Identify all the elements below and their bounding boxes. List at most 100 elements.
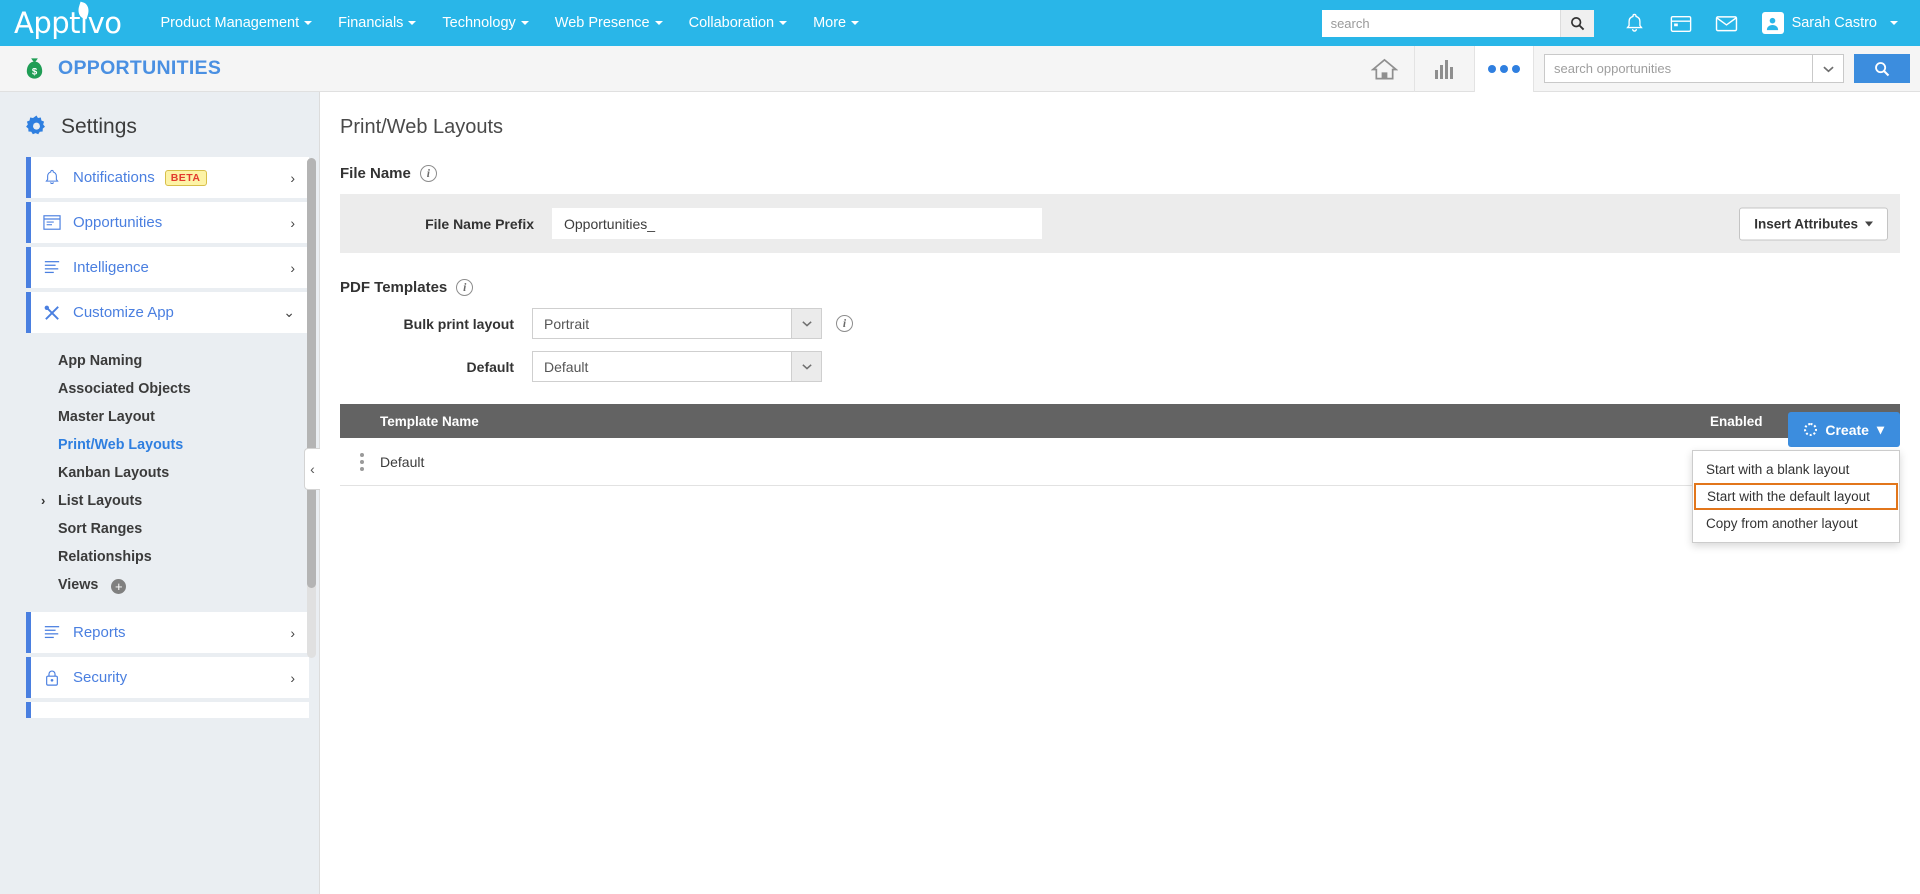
table-header-row: Template Name Enabled (340, 404, 1900, 438)
templates-table: Template Name Enabled Default (340, 404, 1900, 486)
insert-attributes-button[interactable]: Insert Attributes (1739, 207, 1888, 240)
sidebar-subitem-print-web-layouts[interactable]: Print/Web Layouts (0, 431, 319, 459)
user-menu[interactable]: Sarah Castro (1750, 12, 1906, 34)
gear-icon (26, 115, 45, 135)
sidebar-item-label: Intelligence (73, 259, 149, 276)
info-icon[interactable]: i (456, 279, 474, 296)
search-icon (1875, 61, 1890, 76)
mail-button[interactable] (1704, 0, 1750, 46)
chevron-right-icon: › (290, 624, 295, 641)
sidebar-scrollbar[interactable] (307, 158, 316, 658)
chevron-down-icon (304, 21, 313, 26)
cell-template-name: Default (380, 453, 425, 470)
file-name-field-row: File Name Prefix Insert Attributes (340, 194, 1900, 253)
sidebar-subitem-master-layout[interactable]: Master Layout (0, 403, 319, 431)
sidebar-subitem-kanban-layouts[interactable]: Kanban Layouts (0, 459, 319, 487)
sidebar-collapse-button[interactable]: ‹ (304, 448, 320, 490)
lock-icon (31, 669, 73, 687)
info-icon[interactable]: i (836, 315, 853, 332)
nav-item-collaboration[interactable]: Collaboration (676, 9, 800, 37)
sidebar-subitem-sort-ranges[interactable]: Sort Ranges (0, 515, 319, 543)
sidebar-subitem-label: List Layouts (58, 493, 143, 509)
sidebar-subitem-views[interactable]: Views + (0, 571, 319, 600)
default-template-select[interactable]: Default (532, 351, 822, 382)
chevron-right-icon: › (290, 169, 295, 186)
caret-down-icon: ▾ (1876, 421, 1884, 437)
top-navigation-bar: Apptivo Product Management Financials Te… (0, 0, 1920, 46)
search-icon (1570, 16, 1584, 30)
sidebar-item-label: Reports (73, 624, 126, 641)
sidebar-item-label: Security (73, 669, 128, 686)
chevron-down-icon (654, 21, 663, 26)
sidebar-item-customize-app[interactable]: Customize App ⌄ (26, 292, 309, 333)
default-template-value: Default (544, 358, 589, 375)
section-label-text: PDF Templates (340, 279, 448, 296)
menu-item-start-default-layout[interactable]: Start with the default layout (1694, 483, 1898, 510)
nav-item-product-management[interactable]: Product Management (148, 9, 326, 37)
sidebar-subitem-app-naming[interactable]: App Naming (0, 347, 319, 375)
gear-icon (1804, 423, 1818, 436)
pdf-templates-section-heading: PDF Templates i (320, 279, 1920, 296)
chevron-down-icon (1890, 21, 1898, 25)
app-search-input[interactable] (1544, 54, 1812, 83)
add-view-plus-icon[interactable]: + (111, 579, 127, 594)
sidebar-item-reports[interactable]: Reports › (26, 612, 309, 653)
global-search-button[interactable] (1559, 9, 1594, 37)
settings-sidebar: Settings Notifications BETA › Opportunit… (0, 92, 320, 894)
file-name-section-heading: File Name i (320, 165, 1920, 182)
nav-item-more[interactable]: More (800, 9, 872, 37)
app-search-dropdown-toggle[interactable] (1812, 54, 1844, 83)
sidebar-item-partial[interactable] (26, 702, 309, 718)
create-button[interactable]: Create ▾ (1788, 412, 1900, 447)
sidebar-scroll-area: Notifications BETA › Opportunities › Int… (0, 157, 319, 893)
create-button-label: Create (1825, 421, 1869, 438)
nav-label: More (813, 15, 847, 31)
nav-item-financials[interactable]: Financials (325, 9, 429, 37)
global-search-input[interactable] (1321, 9, 1560, 37)
notifications-bell-button[interactable] (1612, 0, 1658, 46)
sidebar-item-notifications[interactable]: Notifications BETA › (26, 157, 309, 198)
default-template-label: Default (466, 358, 514, 375)
table-row[interactable]: Default (340, 438, 1900, 486)
nav-label: Collaboration (688, 15, 775, 31)
file-name-prefix-label: File Name Prefix (425, 215, 534, 232)
row-actions-kebab-icon[interactable] (340, 452, 380, 471)
sidebar-item-intelligence[interactable]: Intelligence › (26, 247, 309, 288)
sidebar-subitem-relationships[interactable]: Relationships (0, 543, 319, 571)
app-search-button[interactable] (1854, 54, 1910, 83)
nav-label: Web Presence (554, 15, 650, 31)
more-actions-button[interactable] (1474, 45, 1534, 92)
beta-badge: BETA (164, 169, 207, 186)
main-content: Print/Web Layouts File Name i File Name … (320, 92, 1920, 894)
sidebar-item-opportunities[interactable]: Opportunities › (26, 202, 309, 243)
sidebar-subitem-list-layouts[interactable]: › List Layouts (0, 487, 319, 515)
chevron-right-icon: › (41, 493, 46, 508)
menu-item-copy-another-layout[interactable]: Copy from another layout (1693, 510, 1899, 537)
nav-item-web-presence[interactable]: Web Presence (542, 9, 676, 37)
chevron-down-icon (408, 21, 417, 26)
more-dots-icon (1488, 64, 1520, 73)
menu-item-start-blank-layout[interactable]: Start with a blank layout (1693, 456, 1899, 483)
page-title: OPPORTUNITIES (58, 57, 222, 79)
sidebar-item-label: Opportunities (73, 214, 163, 231)
nav-item-technology[interactable]: Technology (429, 9, 541, 37)
home-button[interactable] (1354, 46, 1414, 92)
app-page: Apptivo Product Management Financials Te… (0, 0, 1920, 894)
chevron-down-icon[interactable] (791, 352, 821, 381)
sidebar-item-label: Customize App (73, 304, 174, 321)
bell-icon (1626, 13, 1643, 32)
bulk-print-layout-select[interactable]: Portrait (532, 308, 822, 339)
window-icon (31, 214, 73, 231)
info-icon[interactable]: i (419, 165, 437, 182)
file-name-prefix-input[interactable] (552, 208, 1042, 239)
chevron-down-icon[interactable] (791, 309, 821, 338)
settings-heading: Settings (0, 92, 319, 157)
sidebar-item-security[interactable]: Security › (26, 657, 309, 698)
calendar-button[interactable] (1658, 0, 1704, 46)
content-page-title: Print/Web Layouts (340, 116, 504, 138)
reports-chart-button[interactable] (1414, 45, 1474, 92)
bar-chart-icon (1434, 59, 1453, 79)
column-header-template-name: Template Name (380, 413, 479, 429)
apptivo-logo[interactable]: Apptivo (14, 1, 122, 40)
sidebar-subitem-associated-objects[interactable]: Associated Objects (0, 375, 319, 403)
